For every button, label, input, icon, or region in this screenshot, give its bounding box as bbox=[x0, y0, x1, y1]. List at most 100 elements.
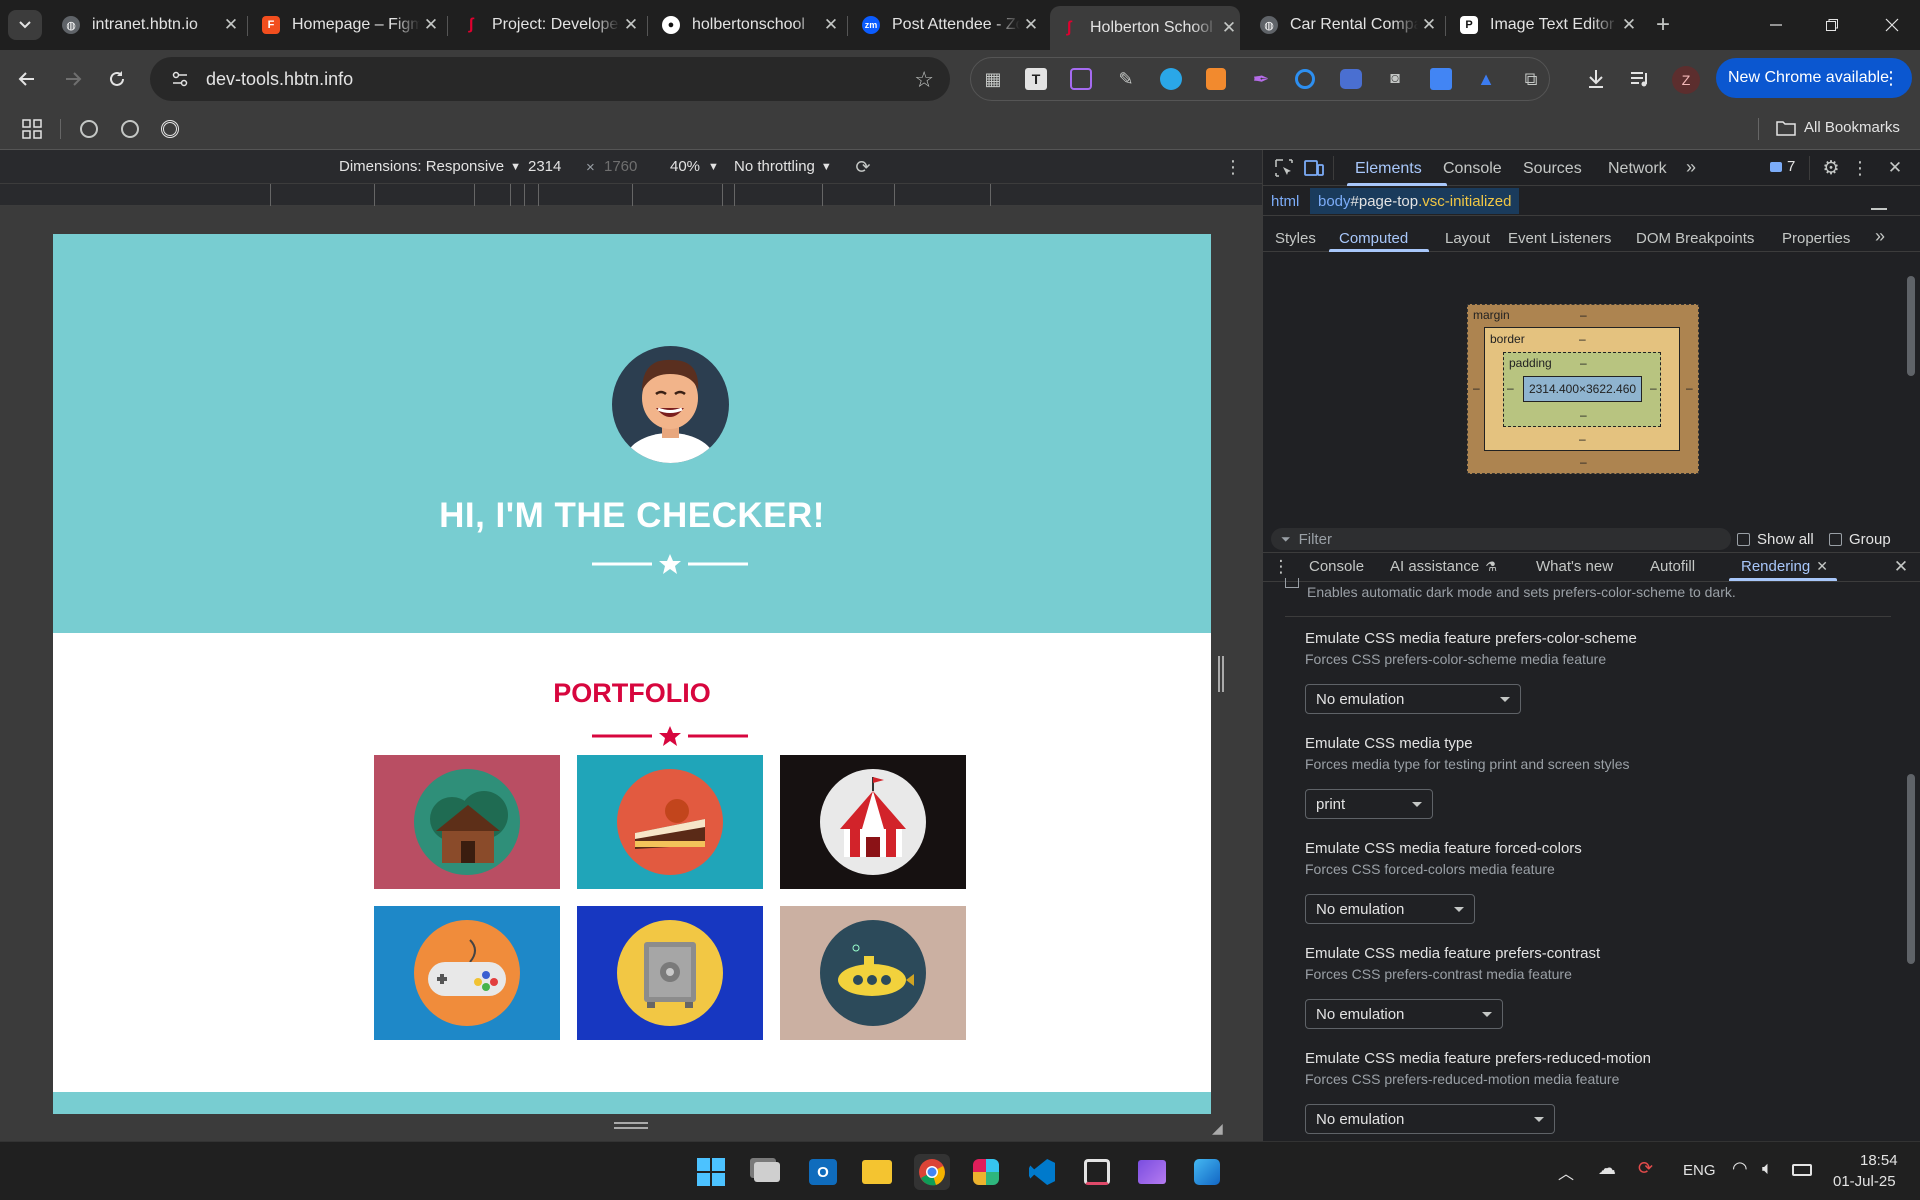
breadcrumb-body[interactable]: body#page-top.vsc-initialized bbox=[1310, 188, 1520, 214]
snipping-tool-icon[interactable] bbox=[1079, 1154, 1115, 1190]
portfolio-item-cabin[interactable] bbox=[374, 755, 560, 889]
download-icon[interactable] bbox=[1584, 68, 1608, 90]
outlook-icon[interactable]: O bbox=[805, 1154, 841, 1190]
more-tabs-chevron-icon[interactable]: » bbox=[1686, 157, 1696, 178]
portfolio-item-game-controller[interactable] bbox=[374, 906, 560, 1040]
close-icon[interactable]: ✕ bbox=[420, 15, 442, 35]
browser-tab-active[interactable]: ʃ Holberton School ✕ bbox=[1050, 6, 1240, 50]
browser-tab[interactable]: P Image Text Editor ✕ bbox=[1450, 9, 1640, 41]
clock-time[interactable]: 18:54 bbox=[1860, 1152, 1898, 1169]
reduced-motion-select[interactable]: No emulation bbox=[1305, 1104, 1555, 1134]
dock-icon[interactable] bbox=[1871, 208, 1887, 216]
close-icon[interactable]: ✕ bbox=[1020, 15, 1042, 35]
close-window-button[interactable] bbox=[1872, 10, 1912, 40]
computed-scrollbar[interactable] bbox=[1907, 262, 1915, 532]
drawer-tab-rendering[interactable]: Rendering ✕ bbox=[1741, 558, 1828, 575]
portfolio-item-cake[interactable] bbox=[577, 755, 763, 889]
prefers-contrast-select[interactable]: No emulation bbox=[1305, 999, 1503, 1029]
browser-tab[interactable]: ʃ Project: Developer ✕ bbox=[452, 9, 642, 41]
photos-icon[interactable] bbox=[1189, 1154, 1225, 1190]
onedrive-icon[interactable]: ☁ bbox=[1598, 1158, 1616, 1179]
color-scheme-select[interactable]: No emulation bbox=[1305, 684, 1521, 714]
resize-handle-right[interactable] bbox=[1218, 656, 1224, 692]
subtab-dom-breakpoints[interactable]: DOM Breakpoints bbox=[1636, 230, 1754, 247]
rendering-checkbox[interactable] bbox=[1285, 578, 1299, 588]
media-type-select[interactable]: print bbox=[1305, 789, 1433, 819]
portfolio-item-submarine[interactable] bbox=[780, 906, 966, 1040]
all-bookmarks-button[interactable]: All Bookmarks bbox=[1776, 119, 1900, 136]
battery-icon[interactable] bbox=[1792, 1164, 1812, 1176]
tray-chevron-icon[interactable]: ︿ bbox=[1558, 1160, 1574, 1184]
drawer-tab-autofill[interactable]: Autofill bbox=[1650, 558, 1695, 575]
resize-handle-bottom[interactable] bbox=[614, 1122, 648, 1129]
device-toggle-icon[interactable] bbox=[1303, 158, 1325, 178]
close-icon[interactable]: ✕ bbox=[220, 15, 242, 35]
throttling-dropdown[interactable]: No throttling ▼ bbox=[734, 158, 832, 175]
apps-grid-icon[interactable] bbox=[20, 117, 44, 141]
height-input[interactable]: 1760 bbox=[604, 158, 637, 175]
dimensions-dropdown[interactable]: Dimensions: Responsive ▼ bbox=[339, 158, 521, 175]
close-icon[interactable]: ✕ bbox=[820, 15, 842, 35]
extension-icon[interactable] bbox=[1070, 68, 1092, 90]
group-checkbox[interactable]: Group bbox=[1829, 531, 1891, 548]
extension-icon[interactable] bbox=[1206, 68, 1226, 90]
browser-tab[interactable]: ● holbertonschool ✕ bbox=[652, 9, 842, 41]
bookmark-star-icon[interactable]: ☆ bbox=[914, 67, 934, 93]
chrome-taskbar-icon[interactable] bbox=[914, 1154, 950, 1190]
box-model-content[interactable]: 2314.400×3622.460 bbox=[1523, 376, 1642, 402]
reload-button[interactable] bbox=[102, 64, 132, 94]
profile-avatar[interactable]: Z bbox=[1672, 66, 1700, 94]
minimize-button[interactable] bbox=[1756, 10, 1796, 40]
close-icon[interactable]: ✕ bbox=[1418, 15, 1440, 35]
portfolio-item-circus[interactable] bbox=[780, 755, 966, 889]
close-drawer-icon[interactable]: ✕ bbox=[1889, 555, 1913, 579]
close-icon[interactable]: ✕ bbox=[1218, 18, 1240, 38]
slack-icon[interactable] bbox=[968, 1154, 1004, 1190]
width-input[interactable]: 2314 bbox=[528, 158, 574, 175]
computed-filter[interactable]: ⏷ Filter bbox=[1271, 528, 1731, 550]
forced-colors-select[interactable]: No emulation bbox=[1305, 894, 1475, 924]
browser-tab[interactable]: ◍ intranet.hbtn.io ✕ bbox=[52, 9, 242, 41]
site-info-icon[interactable] bbox=[160, 71, 200, 87]
extension-icon[interactable] bbox=[1295, 69, 1315, 89]
restore-button[interactable] bbox=[1812, 10, 1852, 40]
extension-icon[interactable]: ▦ bbox=[982, 68, 1004, 90]
rotate-icon[interactable]: ⟳ bbox=[852, 156, 874, 178]
close-icon[interactable]: ✕ bbox=[1618, 15, 1640, 35]
extension-icon[interactable]: ✎ bbox=[1115, 68, 1137, 90]
drawer-tab-ai-assistance[interactable]: AI assistance ⚗ bbox=[1390, 558, 1497, 575]
extension-icon[interactable] bbox=[1160, 68, 1182, 90]
clock-date[interactable]: 01-Jul-25 bbox=[1833, 1173, 1896, 1190]
new-tab-button[interactable]: + bbox=[1648, 10, 1678, 40]
breadcrumb-html[interactable]: html bbox=[1271, 193, 1299, 210]
subtab-properties[interactable]: Properties bbox=[1782, 230, 1850, 247]
translate-icon[interactable] bbox=[1430, 68, 1452, 90]
bookmark-globe-icon[interactable] bbox=[80, 120, 98, 138]
subtab-event-listeners[interactable]: Event Listeners bbox=[1508, 230, 1611, 247]
rendering-scrollbar[interactable] bbox=[1907, 586, 1915, 1136]
extension-icon[interactable] bbox=[1340, 69, 1362, 89]
extensions-puzzle-icon[interactable]: ⧉ bbox=[1520, 68, 1542, 90]
drawer-tab-whats-new[interactable]: What's new bbox=[1536, 558, 1613, 575]
zoom-dropdown[interactable]: 40% ▼ bbox=[670, 158, 719, 175]
clipchamp-icon[interactable] bbox=[1134, 1154, 1170, 1190]
close-icon[interactable]: ✕ bbox=[620, 15, 642, 35]
subtab-styles[interactable]: Styles bbox=[1275, 230, 1316, 247]
subtab-computed[interactable]: Computed bbox=[1339, 230, 1408, 247]
tab-console[interactable]: Console bbox=[1443, 160, 1502, 178]
browser-tab[interactable]: F Homepage – Figma ✕ bbox=[252, 9, 442, 41]
new-chrome-button[interactable]: New Chrome available ⋮ bbox=[1716, 58, 1912, 98]
sync-icon[interactable]: ⟳ bbox=[1638, 1158, 1653, 1179]
resize-corner-icon[interactable]: ◢ bbox=[1212, 1120, 1226, 1136]
start-button[interactable] bbox=[693, 1154, 729, 1190]
show-all-checkbox[interactable]: Show all bbox=[1737, 531, 1814, 548]
tab-search-button[interactable] bbox=[8, 10, 42, 40]
vscode-icon[interactable] bbox=[1024, 1154, 1060, 1190]
file-explorer-icon[interactable] bbox=[859, 1154, 895, 1190]
language-indicator[interactable]: ENG bbox=[1683, 1162, 1716, 1179]
more-vert-icon[interactable]: ⋮ bbox=[1851, 156, 1869, 180]
browser-tab[interactable]: zm Post Attendee - Zoom ✕ bbox=[852, 9, 1042, 41]
settings-gear-icon[interactable]: ⚙ bbox=[1819, 156, 1843, 180]
bookmark-chatgpt-icon[interactable] bbox=[161, 120, 179, 138]
wifi-icon[interactable]: ◠ bbox=[1732, 1158, 1748, 1179]
